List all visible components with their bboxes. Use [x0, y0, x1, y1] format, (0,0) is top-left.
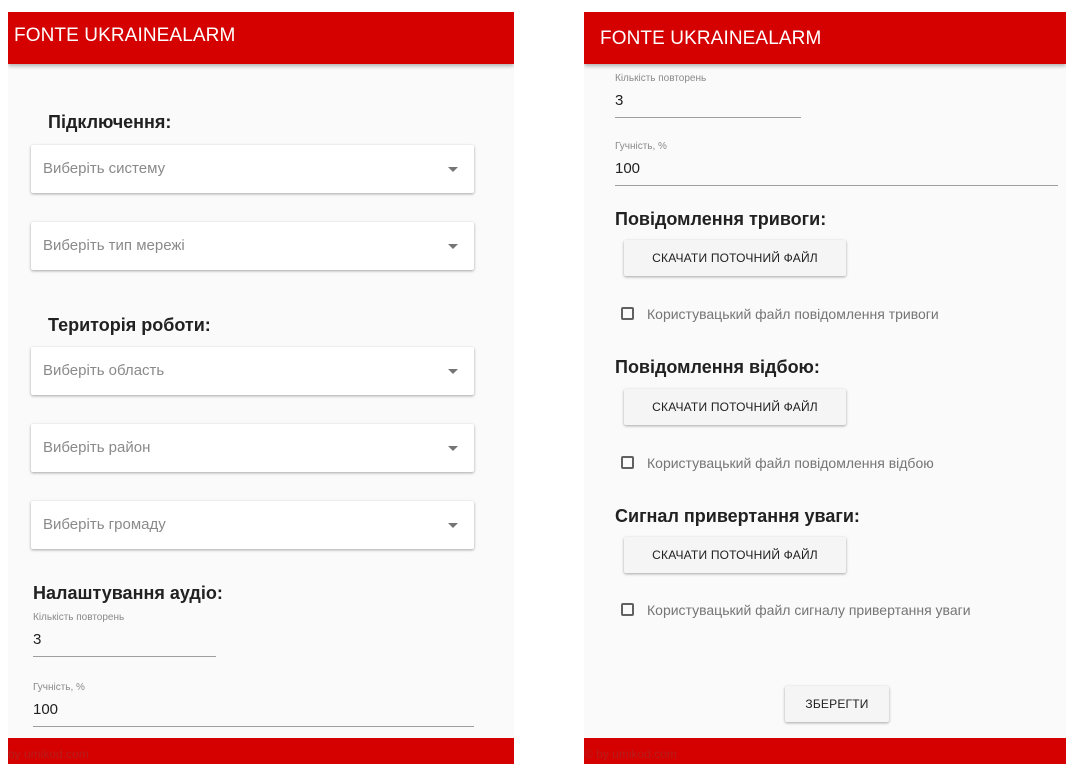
alarm-message-heading: Повідомлення тривоги:: [615, 209, 827, 229]
checkbox-box: [621, 456, 634, 469]
alarm-custom-file-label: Користувацький файл повідомлення тривоги: [647, 306, 939, 322]
volume-label: Гучність, %: [615, 141, 667, 152]
attention-download-button[interactable]: СКАЧАТИ ПОТОЧНИЙ ФАЙЛ: [624, 537, 846, 573]
repeat-count-value: 3: [615, 92, 624, 109]
clear-download-button[interactable]: СКАЧАТИ ПОТОЧНИЙ ФАЙЛ: [624, 389, 846, 425]
connection-heading: Підключення:: [48, 112, 172, 132]
settings-panel-left: FONTE UKRAINEALARM Підключення: Виберіть…: [8, 12, 514, 764]
dropdown-arrow-icon: [448, 244, 458, 249]
audio-heading: Налаштування аудіо:: [33, 583, 223, 603]
dropdown-arrow-icon: [448, 369, 458, 374]
repeat-count-label: Кількість повторень: [615, 73, 707, 84]
region-select-placeholder: Виберіть область: [43, 362, 165, 379]
clear-custom-file-label: Користувацький файл повідомлення відбою: [647, 455, 934, 471]
volume-label: Гучність, %: [33, 682, 85, 693]
dropdown-arrow-icon: [448, 523, 458, 528]
district-select[interactable]: Виберіть район: [31, 424, 474, 472]
dropdown-arrow-icon: [448, 446, 458, 451]
system-select[interactable]: Виберіть систему: [31, 145, 474, 193]
community-select-placeholder: Виберіть громаду: [43, 516, 166, 533]
footer: © by umikod.com: [584, 738, 1066, 764]
settings-panel-right: FONTE UKRAINEALARM Кількість повторень 3…: [584, 12, 1066, 764]
volume-field[interactable]: Гучність, % 100: [33, 682, 474, 727]
footer-credit: © by umikod.com: [584, 747, 677, 761]
system-select-placeholder: Виберіть систему: [43, 160, 166, 177]
save-button[interactable]: ЗБЕРЕГТИ: [785, 686, 889, 722]
repeat-count-label: Кількість повторень: [33, 612, 125, 623]
app-bar: FONTE UKRAINEALARM: [584, 12, 1066, 64]
volume-value: 100: [33, 701, 59, 718]
volume-value: 100: [615, 160, 641, 177]
alarm-custom-file-checkbox[interactable]: Користувацький файл повідомлення тривоги: [621, 305, 1001, 325]
repeat-count-field[interactable]: Кількість повторень 3: [33, 612, 216, 657]
territory-heading: Територія роботи:: [48, 315, 211, 335]
network-type-select[interactable]: Виберіть тип мережі: [31, 222, 474, 270]
clear-custom-file-checkbox[interactable]: Користувацький файл повідомлення відбою: [621, 454, 1001, 474]
region-select[interactable]: Виберіть область: [31, 347, 474, 395]
app-bar: FONTE UKRAINEALARM: [8, 12, 514, 64]
attention-custom-file-checkbox[interactable]: Користувацький файл сигналу привертання …: [621, 601, 1041, 621]
dropdown-arrow-icon: [448, 167, 458, 172]
network-type-select-placeholder: Виберіть тип мережі: [43, 237, 185, 254]
clear-message-heading: Повідомлення відбою:: [615, 357, 820, 377]
district-select-placeholder: Виберіть район: [43, 439, 151, 456]
attention-signal-heading: Сигнал привертання уваги:: [615, 506, 860, 526]
attention-custom-file-label: Користувацький файл сигналу привертання …: [647, 602, 971, 618]
footer-credit: by umikod.com: [8, 747, 89, 761]
checkbox-box: [621, 603, 634, 616]
repeat-count-field[interactable]: Кількість повторень 3: [615, 73, 801, 118]
community-select[interactable]: Виберіть громаду: [31, 501, 474, 549]
checkbox-box: [621, 307, 634, 320]
repeat-count-value: 3: [33, 631, 42, 648]
volume-field[interactable]: Гучність, % 100: [615, 141, 1058, 186]
alarm-download-button[interactable]: СКАЧАТИ ПОТОЧНИЙ ФАЙЛ: [624, 240, 846, 276]
footer: by umikod.com: [8, 738, 514, 764]
app-title: FONTE UKRAINEALARM: [14, 25, 236, 46]
app-title: FONTE UKRAINEALARM: [600, 28, 822, 49]
